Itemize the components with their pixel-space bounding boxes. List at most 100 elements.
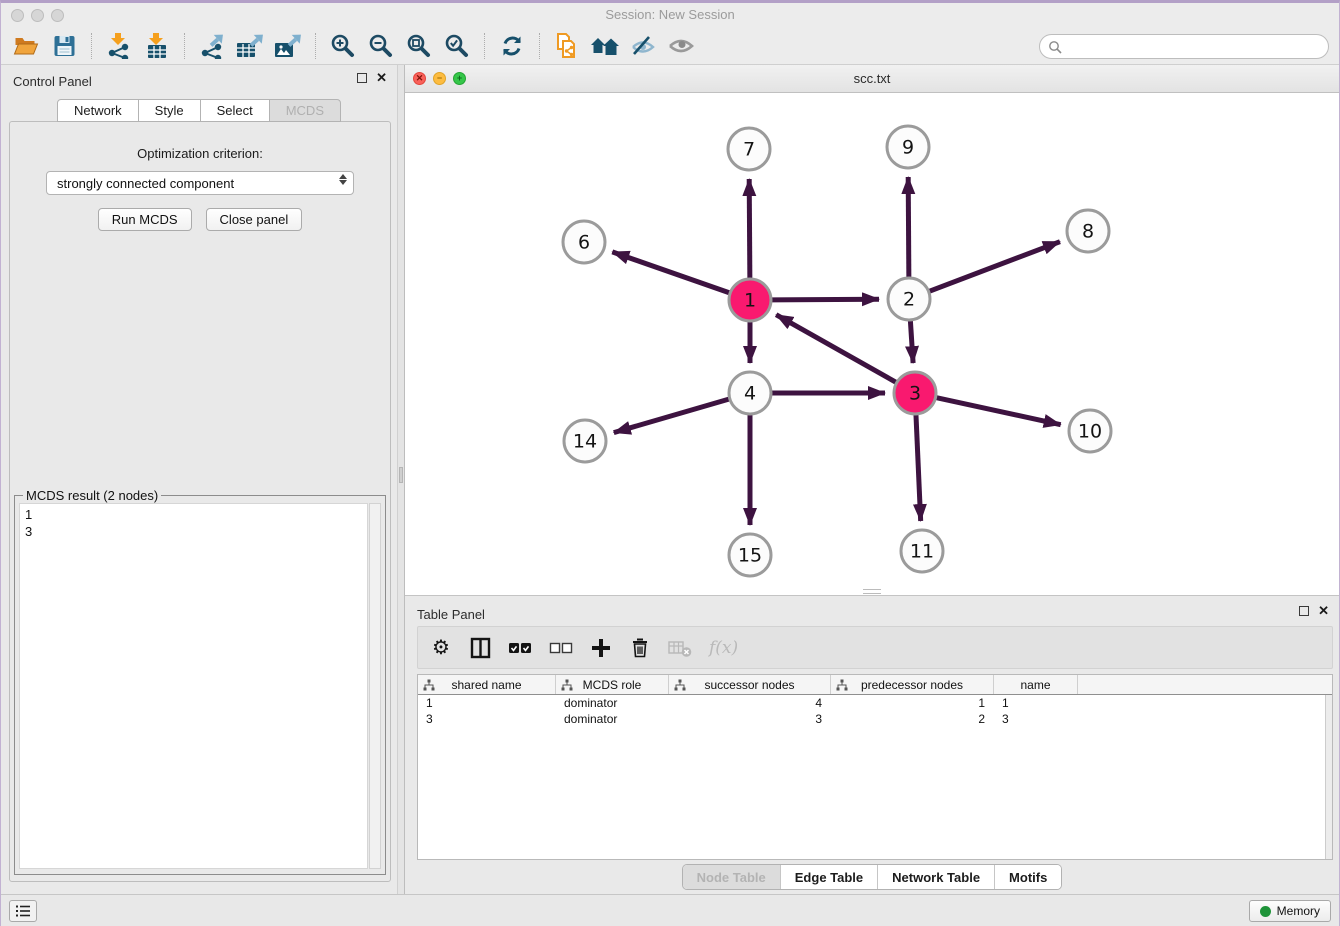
splitter-grip[interactable] bbox=[399, 467, 403, 483]
tab-style[interactable]: Style bbox=[138, 99, 201, 122]
close-table-panel-icon[interactable]: ✕ bbox=[1318, 606, 1329, 616]
column-header-name[interactable]: name bbox=[994, 675, 1078, 694]
search-icon bbox=[1048, 40, 1062, 54]
table-toolbar: ⚙ f(x) bbox=[417, 626, 1333, 669]
criterion-value: strongly connected component bbox=[57, 176, 234, 191]
tab-select[interactable]: Select bbox=[200, 99, 270, 122]
zoom-selected-icon[interactable] bbox=[438, 30, 476, 62]
add-column-icon[interactable] bbox=[590, 636, 612, 660]
mcds-result-title: MCDS result (2 nodes) bbox=[23, 488, 161, 503]
close-panel-icon[interactable]: ✕ bbox=[376, 73, 387, 83]
table-row[interactable]: 3 dominator 3 2 3 bbox=[418, 711, 1332, 727]
graph-node-label-9: 9 bbox=[902, 137, 914, 159]
chevron-up-down-icon bbox=[339, 174, 347, 185]
zoom-fit-icon[interactable] bbox=[400, 30, 438, 62]
graph-node-label-7: 7 bbox=[743, 139, 755, 161]
main-toolbar bbox=[1, 28, 1339, 65]
search-box bbox=[1039, 34, 1329, 59]
panel-list-button[interactable] bbox=[9, 900, 37, 922]
network-canvas[interactable]: 1234678910111415 bbox=[405, 93, 1339, 595]
graph-edge-1-6[interactable] bbox=[612, 252, 729, 293]
table-cell: 1 bbox=[831, 696, 994, 710]
table-tabs: Node Table Edge Table Network Table Moti… bbox=[405, 864, 1339, 890]
graph-canvas: 1234678910111415 bbox=[405, 93, 1340, 595]
toggle-panes-icon[interactable] bbox=[469, 636, 491, 660]
graph-node-label-6: 6 bbox=[578, 232, 590, 254]
mcds-result-text[interactable]: 1 3 bbox=[19, 503, 368, 869]
toolbar-separator bbox=[315, 33, 316, 59]
tab-edge-table[interactable]: Edge Table bbox=[780, 865, 877, 889]
table-cell: dominator bbox=[556, 696, 669, 710]
vertical-splitter[interactable] bbox=[397, 65, 405, 894]
graph-node-label-11: 11 bbox=[910, 541, 934, 563]
refresh-icon[interactable] bbox=[493, 30, 531, 62]
column-header-successor-nodes[interactable]: successor nodes bbox=[669, 675, 831, 694]
save-session-icon[interactable] bbox=[45, 30, 83, 62]
tab-network[interactable]: Network bbox=[57, 99, 139, 122]
attribute-icon bbox=[561, 679, 573, 691]
settings-gear-icon[interactable]: ⚙ bbox=[430, 636, 452, 660]
export-image-icon[interactable] bbox=[269, 30, 307, 62]
run-mcds-button[interactable]: Run MCDS bbox=[98, 208, 192, 231]
criterion-select[interactable]: strongly connected component bbox=[46, 171, 354, 195]
select-all-columns-icon[interactable] bbox=[508, 636, 532, 660]
tab-mcds[interactable]: MCDS bbox=[269, 99, 341, 122]
application-window: Session: New Session bbox=[0, 0, 1340, 926]
table-scrollbar[interactable] bbox=[1325, 695, 1332, 859]
graph-edge-2-9[interactable] bbox=[908, 177, 909, 277]
clone-network-icon[interactable] bbox=[548, 30, 586, 62]
graph-node-label-2: 2 bbox=[903, 289, 915, 311]
table-cell: 3 bbox=[418, 712, 556, 726]
zoom-out-icon[interactable] bbox=[362, 30, 400, 62]
graph-edge-4-14[interactable] bbox=[614, 399, 729, 432]
graph-node-label-10: 10 bbox=[1078, 421, 1102, 443]
import-table-icon[interactable] bbox=[138, 30, 176, 62]
table-cell: 1 bbox=[418, 696, 556, 710]
graph-node-label-15: 15 bbox=[738, 545, 762, 567]
table-cell: 4 bbox=[669, 696, 831, 710]
optimization-criterion-label: Optimization criterion: bbox=[10, 146, 390, 161]
export-table-icon[interactable] bbox=[231, 30, 269, 62]
delete-column-icon[interactable] bbox=[629, 636, 651, 660]
column-header-mcds-role[interactable]: MCDS role bbox=[556, 675, 669, 694]
graph-edge-3-11[interactable] bbox=[916, 415, 921, 521]
mcds-result-box: MCDS result (2 nodes) 1 3 bbox=[14, 495, 386, 875]
float-panel-icon[interactable] bbox=[357, 73, 367, 83]
import-network-icon[interactable] bbox=[100, 30, 138, 62]
tab-motifs[interactable]: Motifs bbox=[994, 865, 1061, 889]
tab-node-table[interactable]: Node Table bbox=[683, 865, 780, 889]
hide-eye-icon[interactable] bbox=[624, 30, 662, 62]
toolbar-separator bbox=[91, 33, 92, 59]
export-network-icon[interactable] bbox=[193, 30, 231, 62]
table-cell: dominator bbox=[556, 712, 669, 726]
network-window: ✕ − + scc.txt 1234678910111415 bbox=[405, 65, 1339, 596]
unselect-all-columns-icon[interactable] bbox=[549, 636, 573, 660]
table-panel-title: Table Panel bbox=[417, 607, 485, 622]
graph-edge-1-7[interactable] bbox=[749, 179, 750, 278]
column-header-predecessor-nodes[interactable]: predecessor nodes bbox=[831, 675, 994, 694]
close-panel-button[interactable]: Close panel bbox=[206, 208, 303, 231]
open-session-icon[interactable] bbox=[7, 30, 45, 62]
canvas-resize-handle[interactable] bbox=[863, 589, 881, 594]
search-input[interactable] bbox=[1067, 39, 1328, 54]
show-eye-icon[interactable] bbox=[662, 30, 700, 62]
zoom-in-icon[interactable] bbox=[324, 30, 362, 62]
result-scrollbar[interactable] bbox=[369, 503, 381, 869]
graph-edge-3-10[interactable] bbox=[936, 398, 1060, 425]
column-header-shared-name[interactable]: shared name bbox=[418, 675, 556, 694]
list-icon bbox=[15, 904, 31, 918]
float-table-panel-icon[interactable] bbox=[1299, 606, 1309, 616]
graph-node-label-1: 1 bbox=[744, 290, 756, 312]
graph-edge-3-1[interactable] bbox=[776, 315, 896, 382]
graph-edge-2-8[interactable] bbox=[930, 242, 1060, 292]
graph-edge-2-3[interactable] bbox=[910, 321, 913, 363]
control-panel-title: Control Panel bbox=[13, 74, 92, 89]
function-builder-icon: f(x) bbox=[709, 636, 738, 660]
home-icon[interactable] bbox=[586, 30, 624, 62]
graph-edge-1-2[interactable] bbox=[772, 299, 879, 300]
table-row[interactable]: 1 dominator 4 1 1 bbox=[418, 695, 1332, 711]
memory-button[interactable]: Memory bbox=[1249, 900, 1331, 922]
control-panel: Control Panel ✕ Network Style Select MCD… bbox=[1, 65, 397, 894]
table-cell: 3 bbox=[994, 712, 1078, 726]
tab-network-table[interactable]: Network Table bbox=[877, 865, 994, 889]
